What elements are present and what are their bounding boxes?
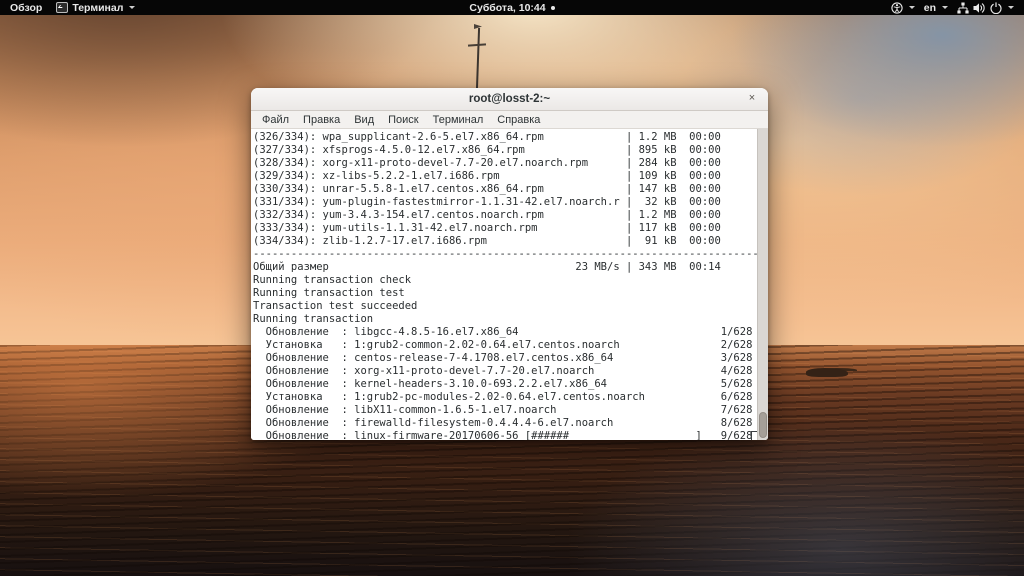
close-icon[interactable]: × [745,92,759,106]
activities-button[interactable]: Обзор [10,2,42,14]
terminal-output[interactable]: (326/334): wpa_supplicant-2.6-5.el7.x86_… [251,129,768,440]
menu-terminal[interactable]: Терминал [426,114,491,126]
scrollbar-track[interactable] [757,129,768,440]
clock-label[interactable]: Суббота, 10:44 [469,2,545,14]
keyboard-layout-label: en [923,1,936,14]
terminal-window: root@losst-2:~ × Файл Правка Вид Поиск Т… [251,88,768,440]
window-titlebar[interactable]: root@losst-2:~ × [251,88,768,111]
accessibility-icon [891,1,903,14]
menu-help[interactable]: Справка [490,114,547,126]
scrollbar-thumb[interactable] [759,412,767,438]
menu-file[interactable]: Файл [255,114,296,126]
chevron-down-icon [129,6,136,9]
chevron-down-icon [1008,6,1014,9]
wallpaper-island [806,368,848,377]
keyboard-layout-button[interactable]: en [924,2,948,14]
network-wired-icon [957,2,969,13]
accessibility-menu-button[interactable] [891,1,915,14]
terminal-app-icon [56,2,69,13]
app-menu-label: Терминал [72,1,124,14]
chevron-down-icon [908,6,915,9]
power-icon [990,1,1002,14]
volume-icon [973,2,985,13]
chevron-down-icon [942,6,948,9]
menu-edit[interactable]: Правка [296,114,347,126]
menu-view[interactable]: Вид [347,114,381,126]
terminal-screen[interactable]: (326/334): wpa_supplicant-2.6-5.el7.x86_… [251,129,768,440]
window-title: root@losst-2:~ [468,93,551,105]
top-bar: Обзор Терминал Суббота, 10:44 en [0,0,1024,15]
menu-bar: Файл Правка Вид Поиск Терминал Справка [251,111,768,129]
menu-search[interactable]: Поиск [381,114,425,126]
system-status-button[interactable] [957,1,1014,14]
app-menu-button[interactable]: Терминал [56,1,136,14]
notification-dot-icon [550,5,555,10]
